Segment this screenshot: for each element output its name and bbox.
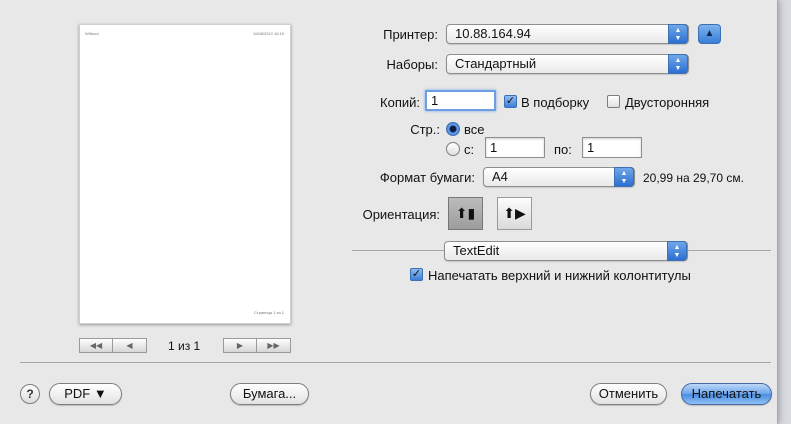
- pages-to-label: по:: [554, 142, 572, 157]
- copies-label: Копий:: [380, 95, 420, 110]
- popup-arrows-icon: ▲ ▼: [667, 241, 687, 261]
- preview-header-right: 10/08/2010 16:15: [252, 31, 284, 36]
- portrait-icon: ⬆︎▮: [455, 205, 476, 221]
- two-sided-checkbox[interactable]: [607, 95, 620, 108]
- preview-pager-forward: ▶ ▶▶: [223, 338, 291, 353]
- paper-size-value: A4: [492, 169, 508, 184]
- page-preview: Without 10/08/2010 16:15 Страница 1 из 1: [79, 24, 291, 324]
- page-count: 1 из 1: [168, 339, 201, 353]
- portrait-button[interactable]: ⬆︎▮: [448, 197, 483, 230]
- header-footer-label: Напечатать верхний и нижний колонтитулы: [428, 268, 691, 283]
- collated-label: В подборку: [521, 95, 590, 110]
- collated-checkbox[interactable]: ✓: [504, 95, 517, 108]
- first-page-button[interactable]: ◀◀: [79, 338, 113, 353]
- paper-button[interactable]: Бумага...: [230, 383, 309, 405]
- app-panel-value: TextEdit: [453, 243, 500, 258]
- preview-pager-back: ◀◀ ◀: [79, 338, 147, 353]
- printer-value: 10.88.164.94: [455, 26, 531, 41]
- pages-from-label: с:: [464, 142, 475, 157]
- preview-header-left: Without: [85, 31, 99, 36]
- footer-separator: [20, 362, 771, 363]
- paper-size-label: Формат бумаги:: [379, 170, 475, 185]
- copies-field[interactable]: 1: [425, 90, 496, 111]
- next-page-button[interactable]: ▶: [223, 338, 257, 353]
- separator-left: [352, 250, 444, 251]
- preview-footer: Страница 1 из 1: [254, 310, 284, 315]
- landscape-icon: ⬆︎▶: [503, 205, 526, 221]
- prev-page-button[interactable]: ◀: [113, 338, 147, 353]
- popup-arrows-icon: ▲ ▼: [668, 54, 688, 74]
- pages-label: Стр.:: [410, 122, 440, 137]
- pages-all-label: все: [464, 122, 485, 137]
- pages-range-radio[interactable]: [446, 142, 460, 156]
- pages-all-radio[interactable]: [446, 122, 460, 136]
- header-footer-checkbox[interactable]: ✓: [410, 268, 423, 281]
- print-sheet: Without 10/08/2010 16:15 Страница 1 из 1…: [0, 0, 778, 424]
- orientation-label: Ориентация:: [362, 207, 440, 222]
- printer-label: Принтер:: [383, 27, 438, 42]
- popup-arrows-icon: ▲ ▼: [614, 167, 634, 187]
- popup-arrows-icon: ▲ ▼: [668, 24, 688, 44]
- pdf-button[interactable]: PDF ▼: [49, 383, 122, 405]
- separator-right: [688, 250, 771, 251]
- presets-value: Стандартный: [455, 56, 537, 71]
- last-page-button[interactable]: ▶▶: [257, 338, 291, 353]
- pages-from-field[interactable]: 1: [485, 137, 545, 158]
- cancel-button[interactable]: Отменить: [590, 383, 667, 405]
- app-panel-select[interactable]: TextEdit ▲ ▼: [444, 241, 688, 261]
- two-sided-label: Двусторонняя: [625, 95, 710, 110]
- disclosure-triangle-icon[interactable]: ▲: [698, 24, 721, 44]
- pages-to-field[interactable]: 1: [582, 137, 642, 158]
- printer-select[interactable]: 10.88.164.94 ▲ ▼: [446, 24, 689, 44]
- paper-size-select[interactable]: A4 ▲ ▼: [483, 167, 635, 187]
- help-button[interactable]: ?: [20, 384, 40, 404]
- presets-label: Наборы:: [386, 57, 438, 72]
- landscape-button[interactable]: ⬆︎▶: [497, 197, 532, 230]
- print-button[interactable]: Напечатать: [681, 383, 772, 405]
- paper-dimensions: 20,99 на 29,70 см.: [643, 171, 744, 185]
- presets-select[interactable]: Стандартный ▲ ▼: [446, 54, 689, 74]
